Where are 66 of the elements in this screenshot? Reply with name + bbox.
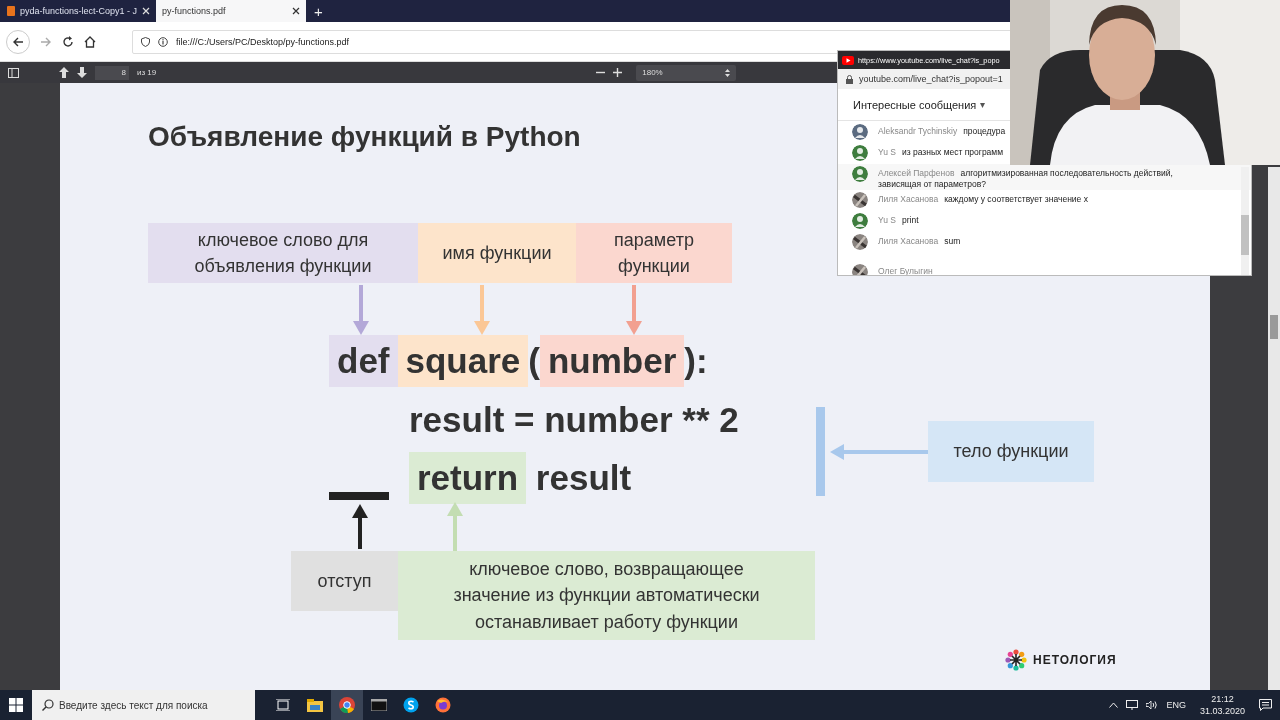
- page-count: из 19: [137, 68, 157, 77]
- page-number-field[interactable]: 8: [95, 65, 129, 80]
- new-tab-button[interactable]: +: [306, 0, 331, 22]
- lock-icon: [846, 74, 853, 84]
- volume-icon[interactable]: [1146, 700, 1159, 710]
- annotation-label: отступ: [291, 551, 398, 611]
- scrollbar[interactable]: [1268, 167, 1280, 690]
- logo-text: НЕТОЛОГИЯ: [1033, 653, 1117, 667]
- chat-message: Yu S из разных мест программ: [878, 147, 1004, 158]
- annotation-label: тело функции: [928, 421, 1094, 482]
- url-text: youtube.com/live_chat?is_popout=1: [859, 74, 1003, 84]
- close-icon[interactable]: [292, 7, 301, 15]
- browser-icon[interactable]: [331, 690, 363, 720]
- arrow-left-icon: [12, 35, 24, 48]
- annotation-label: имя функции: [418, 223, 576, 283]
- scrollbar[interactable]: [1241, 167, 1249, 275]
- next-page-icon[interactable]: [77, 67, 87, 78]
- code-line: return result: [409, 452, 632, 504]
- arrow: [353, 285, 369, 335]
- annotation-label: параметр функции: [576, 223, 732, 283]
- url-text: file:///C:/Users/PC/Desktop/py-functions.pdf: [176, 36, 350, 47]
- arrow: [474, 285, 490, 335]
- reload-icon: [62, 35, 74, 48]
- language-indicator[interactable]: ENG: [1166, 700, 1186, 710]
- zoom-in-icon[interactable]: [613, 68, 623, 77]
- notifications-icon[interactable]: [1259, 699, 1272, 711]
- chat-mode-dropdown[interactable]: Интересные сообщения: [853, 98, 977, 111]
- previous-page-icon[interactable]: [59, 67, 69, 78]
- chat-message: Yu S print: [878, 215, 919, 226]
- network-icon[interactable]: [1126, 700, 1139, 710]
- dropdown-caret[interactable]: ▾: [980, 99, 986, 110]
- clock-date[interactable]: 31.03.2020: [1199, 705, 1245, 717]
- annotation-label: ключевое слово для объявления функции: [148, 223, 418, 283]
- video-app-icon: [842, 55, 854, 65]
- zoom-select[interactable]: 180%: [636, 64, 737, 81]
- chat-message: Aleksandr Tychinskiy процедура: [878, 126, 1006, 137]
- logo-icon: [1005, 649, 1027, 671]
- chat-message: Лиля Хасанова sum: [878, 236, 961, 247]
- reload-button[interactable]: [62, 35, 74, 48]
- arrow: [352, 504, 368, 549]
- shield-icon: [141, 36, 150, 47]
- code-line: def square ( number ):: [329, 335, 708, 387]
- home-icon: [84, 35, 96, 48]
- notebook-icon: [6, 6, 15, 16]
- four-squares-icon: [9, 698, 23, 712]
- home-button[interactable]: [84, 35, 96, 48]
- chat-message: Олег Булыгин: [878, 266, 934, 275]
- avatar-icon: [852, 192, 868, 208]
- indent-bar: [329, 492, 389, 500]
- search-field[interactable]: Введите здесь текст для поиска: [32, 690, 255, 720]
- slide-title: Объявление функций в Python: [148, 121, 581, 153]
- arrow: [447, 502, 463, 551]
- arrow: [626, 285, 642, 335]
- code-line: result = number ** 2: [409, 399, 739, 441]
- clock-time[interactable]: 21:12: [1211, 693, 1234, 705]
- browser-tab[interactable]: py-functions.pdf: [156, 0, 307, 22]
- chat-message: Алексей Парфенов алгоритмизированная последовательность действий, зависящая от параметров?: [878, 168, 1174, 190]
- browser-tab[interactable]: pyda-functions-lect-Copy1 - J: [0, 0, 157, 22]
- arrow-right-icon: [40, 35, 52, 48]
- sidebar-toggle-icon[interactable]: [8, 67, 19, 78]
- avatar-icon: [852, 234, 868, 250]
- chat-message: Лиля Хасанова каждому у соответствует значение х: [878, 194, 1088, 205]
- info-icon: [158, 36, 168, 47]
- chevron-up-icon[interactable]: [1109, 702, 1119, 708]
- annotation-label: ключевое слово, возвращающее значение из функции автоматически останавливает работу функции: [398, 551, 815, 640]
- spinner-arrows-icon: [725, 68, 731, 77]
